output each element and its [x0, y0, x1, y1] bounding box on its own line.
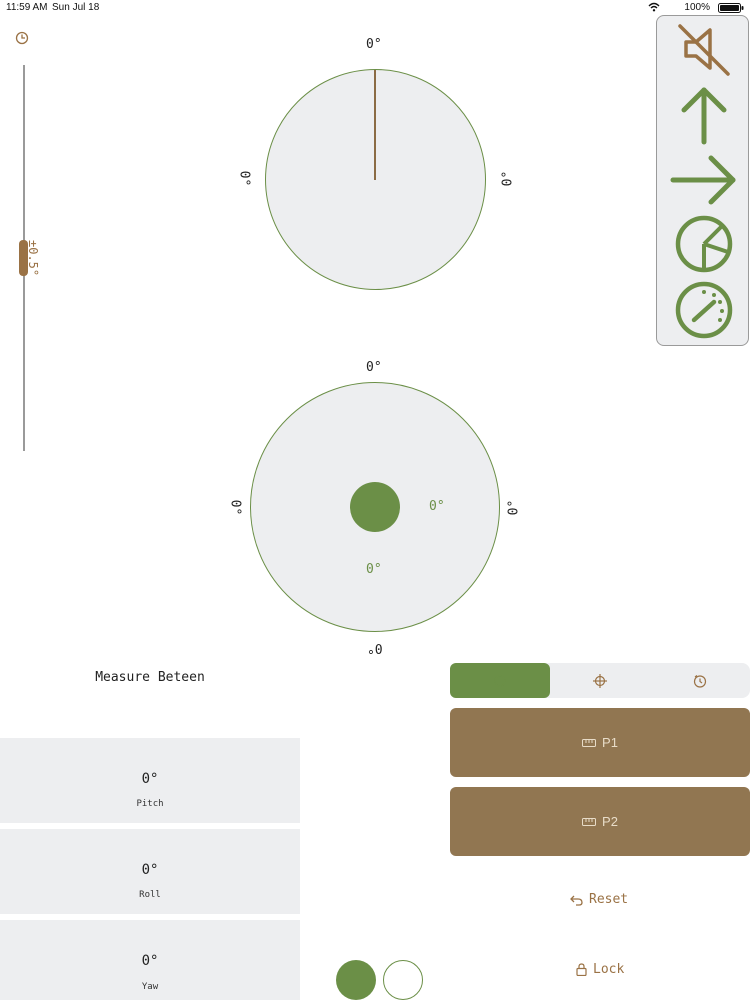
- battery-percent: 100%: [684, 2, 710, 13]
- sensitivity-label: ±0.5°: [26, 240, 40, 277]
- heading-needle: [374, 70, 376, 180]
- reset-button[interactable]: Reset: [570, 892, 628, 907]
- p1-button[interactable]: P1: [450, 708, 750, 777]
- pie-icon[interactable]: [674, 214, 734, 274]
- bottom-dial-top-label: 0°: [366, 360, 382, 375]
- wifi-icon: [648, 2, 660, 15]
- sensitivity-icon[interactable]: [15, 30, 29, 45]
- mode-circle-outline[interactable]: [383, 960, 423, 1000]
- bubble: [350, 482, 400, 532]
- pitch-label: Pitch: [136, 799, 164, 809]
- crosshair-icon: [593, 673, 607, 688]
- segment-timer[interactable]: [650, 663, 750, 698]
- lock-button[interactable]: Lock: [576, 962, 624, 977]
- bubble-y-label: 0°: [366, 562, 382, 577]
- segment-crosshair[interactable]: [550, 663, 650, 698]
- segment-target[interactable]: [450, 663, 550, 698]
- tool-panel: [656, 15, 749, 346]
- lock-icon: [576, 963, 587, 976]
- roll-card: 0° Roll: [0, 829, 300, 914]
- arrow-right-icon[interactable]: [669, 150, 739, 210]
- bottom-dial-left-label: 0°: [227, 499, 243, 516]
- top-dial-left-label: 0°: [236, 170, 252, 187]
- mode-circle-filled[interactable]: [336, 960, 376, 1000]
- yaw-value: 0°: [141, 953, 159, 969]
- undo-icon: [570, 895, 583, 906]
- measure-title: Measure Beteen: [95, 670, 205, 685]
- p1-label: P1: [602, 735, 618, 750]
- bubble-x-label: 0°: [429, 499, 445, 514]
- status-date: Sun Jul 18: [52, 2, 100, 13]
- lock-label: Lock: [593, 962, 625, 977]
- speedometer-icon[interactable]: [674, 280, 734, 340]
- battery-icon: [718, 3, 744, 13]
- top-dial-right-label: 0°: [500, 170, 516, 187]
- status-time: 11:59 AM: [6, 2, 48, 13]
- arrow-up-icon[interactable]: [674, 84, 734, 146]
- status-bar: 11:59 AM Sun Jul 18 100%: [0, 0, 750, 16]
- roll-label: Roll: [139, 890, 161, 900]
- mode-segmented-control: [450, 663, 750, 698]
- roll-value: 0°: [141, 862, 159, 878]
- top-dial-top-label: 0°: [366, 37, 382, 52]
- timer-icon: [693, 674, 707, 688]
- ruler-icon: [582, 738, 597, 747]
- target-icon: [494, 674, 506, 687]
- p2-label: P2: [602, 814, 618, 829]
- reset-label: Reset: [589, 892, 629, 907]
- p2-button[interactable]: P2: [450, 787, 750, 856]
- bottom-dial-bottom-label: 0°: [367, 640, 383, 655]
- yaw-card: 0° Yaw: [0, 920, 300, 1000]
- pitch-card: 0° Pitch: [0, 738, 300, 823]
- yaw-label: Yaw: [141, 982, 159, 992]
- sound-off-icon[interactable]: [674, 20, 734, 80]
- bottom-dial-right-label: 0°: [506, 499, 522, 516]
- ruler-icon: [582, 817, 597, 826]
- pitch-value: 0°: [141, 771, 159, 787]
